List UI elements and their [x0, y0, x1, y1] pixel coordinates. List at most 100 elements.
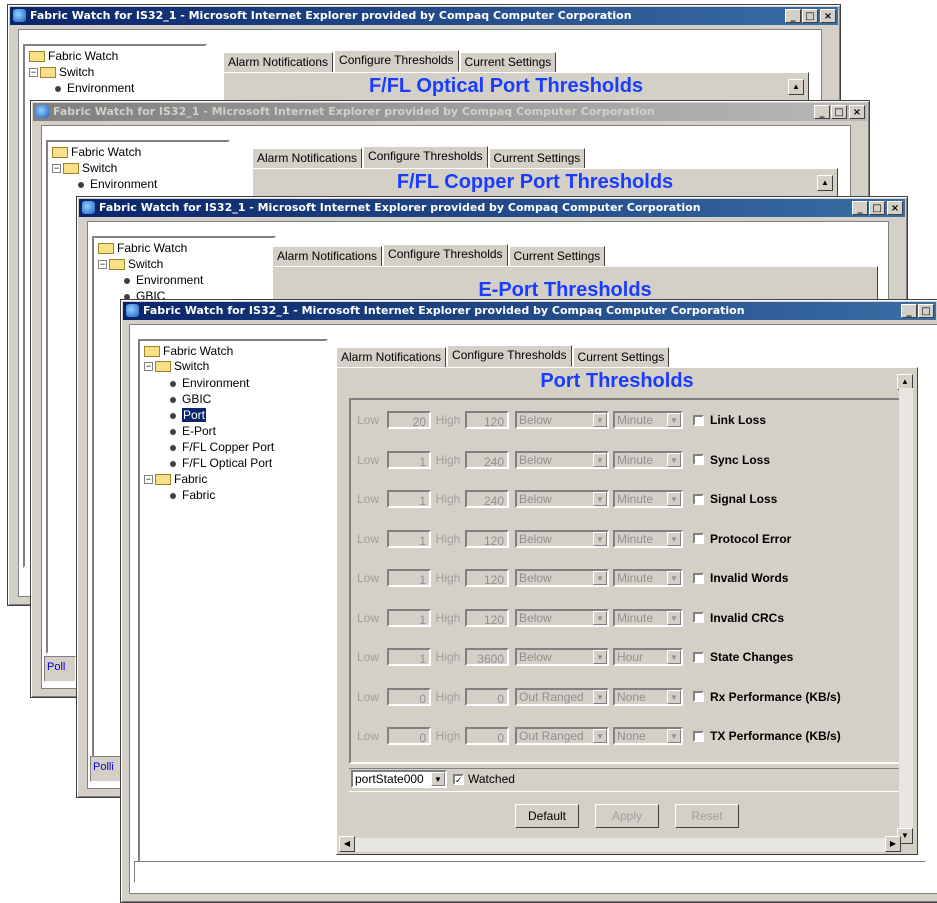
unit-select[interactable]: None ▼	[613, 727, 683, 745]
tree-node-switch[interactable]: − Switch	[98, 256, 163, 272]
watched-checkbox[interactable]: ✓ Watched	[453, 772, 515, 786]
chevron-down-icon[interactable]: ▼	[667, 571, 681, 585]
low-input[interactable]: 1	[387, 569, 431, 587]
minimize-button[interactable]: _	[785, 9, 801, 23]
tree-node-switch[interactable]: − Switch	[144, 358, 209, 374]
unit-select[interactable]: Minute ▼	[613, 450, 683, 469]
window-titlebar[interactable]: Fabric Watch for IS32_1 - Microsoft Inte…	[123, 302, 936, 320]
high-input[interactable]: 120	[465, 411, 509, 429]
tree-node-ffl-optical-port[interactable]: F/FL Optical Port	[170, 455, 272, 471]
tab-current-settings[interactable]: Current Settings	[572, 347, 670, 369]
tree-node-fabric-watch[interactable]: Fabric Watch	[29, 48, 118, 64]
tab-alarm-notifications[interactable]: Alarm Notifications	[272, 246, 383, 268]
unit-select[interactable]: Minute ▼	[613, 411, 683, 429]
horizontal-scrollbar[interactable]	[339, 838, 895, 852]
trigger-select[interactable]: Below ▼	[515, 411, 609, 429]
tree-node-port[interactable]: Port	[170, 407, 207, 423]
trigger-select[interactable]: Out Ranged ▼	[515, 687, 609, 706]
unit-select[interactable]: Minute ▼	[613, 608, 683, 627]
chevron-down-icon[interactable]: ▼	[593, 571, 607, 585]
low-input[interactable]: 1	[387, 490, 431, 508]
tab-alarm-notifications[interactable]: Alarm Notifications	[223, 52, 334, 74]
minimize-button[interactable]: _	[852, 201, 868, 215]
trigger-select[interactable]: Below ▼	[515, 608, 609, 627]
tab-configure-thresholds[interactable]: Configure Thresholds	[363, 146, 488, 168]
tab-configure-thresholds[interactable]: Configure Thresholds	[383, 244, 508, 266]
tree-node-switch[interactable]: − Switch	[29, 64, 94, 80]
metric-checkbox[interactable]	[693, 612, 704, 623]
chevron-down-icon[interactable]: ▼	[667, 650, 681, 664]
tree-node-fabric-watch[interactable]: Fabric Watch	[98, 240, 187, 256]
collapse-icon[interactable]: −	[29, 68, 38, 78]
scroll-right-button[interactable]: ▶	[885, 836, 901, 852]
low-input[interactable]: 0	[387, 727, 431, 745]
tree-node-fabric-watch[interactable]: Fabric Watch	[52, 144, 141, 160]
tree-node-switch[interactable]: − Switch	[52, 160, 117, 176]
unit-select[interactable]: Minute ▼	[613, 490, 683, 508]
tree-node-e-port[interactable]: E-Port	[170, 423, 216, 439]
tree-node-fabric-folder[interactable]: − Fabric	[144, 471, 207, 487]
vertical-scrollbar[interactable]	[899, 388, 913, 828]
high-input[interactable]: 240	[465, 490, 509, 508]
tree-node-environment[interactable]: Environment	[170, 375, 249, 391]
chevron-down-icon[interactable]: ▼	[431, 772, 445, 786]
maximize-button[interactable]: □	[802, 9, 818, 23]
scroll-left-button[interactable]: ◀	[339, 836, 355, 852]
high-input[interactable]: 240	[465, 450, 509, 469]
trigger-select[interactable]: Out Ranged ▼	[515, 727, 609, 745]
collapse-icon[interactable]: −	[52, 164, 61, 174]
high-input[interactable]: 0	[465, 727, 509, 745]
maximize-button[interactable]: □	[869, 201, 885, 215]
chevron-down-icon[interactable]: ▼	[667, 413, 681, 427]
tab-alarm-notifications[interactable]: Alarm Notifications	[252, 148, 363, 170]
metric-checkbox[interactable]	[693, 572, 704, 584]
minimize-button[interactable]: _	[814, 105, 830, 119]
tree-node-ffl-copper-port[interactable]: F/FL Copper Port	[170, 439, 274, 455]
high-input[interactable]: 120	[465, 608, 509, 627]
tab-alarm-notifications[interactable]: Alarm Notifications	[336, 347, 447, 369]
tree-node-gbic[interactable]: GBIC	[170, 391, 211, 407]
chevron-down-icon[interactable]: ▼	[593, 610, 607, 625]
tree-node-fabric-watch[interactable]: Fabric Watch	[144, 343, 233, 359]
trigger-select[interactable]: Below ▼	[515, 490, 609, 508]
low-input[interactable]: 1	[387, 648, 431, 666]
chevron-down-icon[interactable]: ▼	[667, 689, 681, 704]
trigger-select[interactable]: Below ▼	[515, 450, 609, 469]
metric-checkbox[interactable]	[693, 651, 704, 663]
metric-checkbox[interactable]	[693, 691, 704, 702]
default-button[interactable]: Default	[515, 804, 579, 828]
high-input[interactable]: 3600	[465, 648, 509, 666]
reset-button[interactable]: Reset	[675, 804, 739, 828]
tab-current-settings[interactable]: Current Settings	[488, 148, 586, 170]
metric-checkbox[interactable]	[693, 414, 704, 426]
low-input[interactable]: 1	[387, 608, 431, 627]
window-titlebar[interactable]: Fabric Watch for IS32_1 - Microsoft Inte…	[10, 7, 838, 25]
port-select[interactable]: portState000 ▼	[351, 770, 447, 788]
tree-node-environment[interactable]: Environment	[78, 176, 157, 192]
chevron-down-icon[interactable]: ▼	[667, 729, 681, 743]
scroll-up-button[interactable]: ▲	[788, 79, 804, 95]
chevron-down-icon[interactable]: ▼	[593, 689, 607, 704]
metric-checkbox[interactable]	[693, 730, 704, 742]
low-input[interactable]: 20	[387, 411, 431, 429]
unit-select[interactable]: None ▼	[613, 687, 683, 706]
chevron-down-icon[interactable]: ▼	[667, 610, 681, 625]
trigger-select[interactable]: Below ▼	[515, 529, 609, 548]
chevron-down-icon[interactable]: ▼	[593, 452, 607, 467]
high-input[interactable]: 120	[465, 529, 509, 548]
metric-checkbox[interactable]	[693, 533, 704, 544]
maximize-button[interactable]: □	[831, 105, 847, 119]
collapse-icon[interactable]: −	[144, 475, 153, 485]
chevron-down-icon[interactable]: ▼	[667, 492, 681, 506]
low-input[interactable]: 1	[387, 450, 431, 469]
apply-button[interactable]: Apply	[595, 804, 659, 828]
unit-select[interactable]: Minute ▼	[613, 569, 683, 587]
window-titlebar[interactable]: Fabric Watch for IS32_1 - Microsoft Inte…	[33, 103, 867, 121]
metric-checkbox[interactable]	[693, 493, 704, 505]
maximize-button[interactable]: □	[918, 304, 934, 318]
window-titlebar[interactable]: Fabric Watch for IS32_1 - Microsoft Inte…	[79, 199, 905, 217]
low-input[interactable]: 1	[387, 529, 431, 548]
low-input[interactable]: 0	[387, 687, 431, 706]
unit-select[interactable]: Hour ▼	[613, 648, 683, 666]
collapse-icon[interactable]: −	[98, 260, 107, 270]
